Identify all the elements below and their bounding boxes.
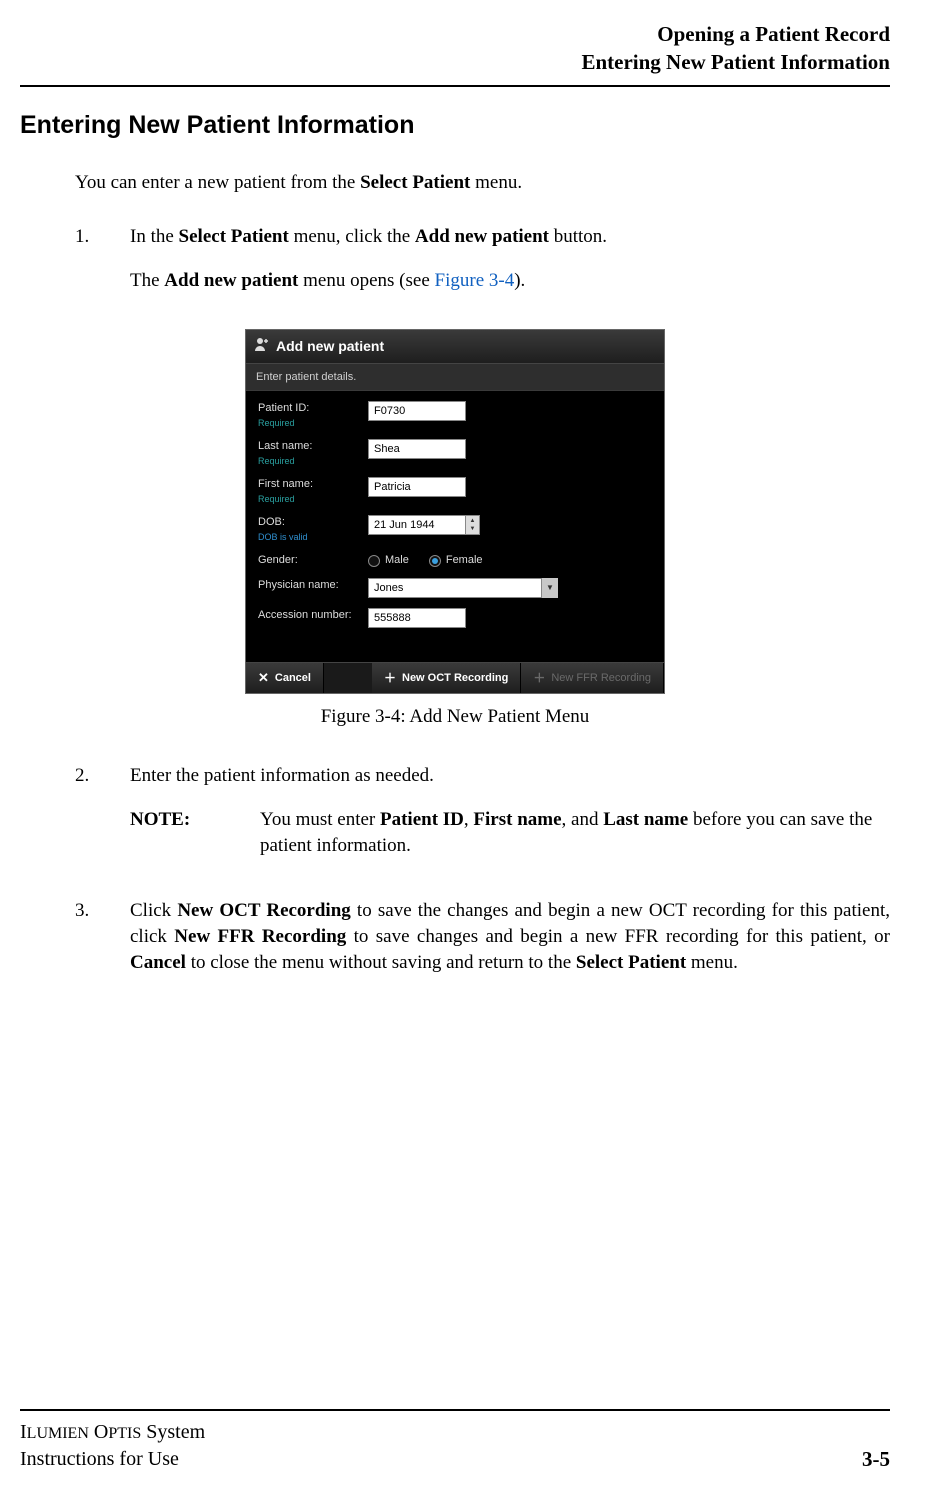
- section-title: Entering New Patient Information: [20, 109, 890, 143]
- chevron-down-icon[interactable]: ▼: [541, 578, 558, 598]
- figure-3-4: Add new patient Enter patient details. P…: [20, 329, 890, 729]
- footer-left: ILUMIEN OPTIS System Instructions for Us…: [20, 1419, 205, 1473]
- dialog-titlebar: Add new patient: [246, 330, 664, 363]
- gender-label: Gender:: [258, 553, 368, 568]
- step-3: 3. Click New OCT Recording to save the c…: [75, 898, 890, 993]
- patient-id-label: Patient ID: Required: [258, 401, 368, 429]
- plus-icon: ＋: [533, 670, 545, 686]
- step-3-text: Click New OCT Recording to save the chan…: [130, 898, 890, 975]
- step-1-number: 1.: [75, 224, 130, 311]
- footer-rule: [20, 1409, 890, 1411]
- step-2: 2. Enter the patient information as need…: [75, 763, 890, 880]
- dialog-subtitle: Enter patient details.: [246, 364, 664, 392]
- accession-label: Accession number:: [258, 608, 368, 623]
- step-2-number: 2.: [75, 763, 130, 880]
- step-1: 1. In the Select Patient menu, click the…: [75, 224, 890, 311]
- new-ffr-recording-button[interactable]: ＋ New FFR Recording: [521, 663, 664, 693]
- accession-input[interactable]: [368, 608, 466, 628]
- dialog-footer: ✕ Cancel ＋ New OCT Recording ＋ New FFR R…: [246, 662, 664, 693]
- page-header: Opening a Patient Record Entering New Pa…: [20, 20, 890, 77]
- first-name-label: First name: Required: [258, 477, 368, 505]
- dob-input[interactable]: [368, 515, 466, 535]
- step-3-number: 3.: [75, 898, 130, 993]
- note-body: You must enter Patient ID, First name, a…: [260, 807, 890, 858]
- header-line-1: Opening a Patient Record: [20, 20, 890, 48]
- physician-select[interactable]: [368, 578, 558, 598]
- dob-label: DOB: DOB is valid: [258, 515, 368, 543]
- header-rule: [20, 85, 890, 87]
- step-1-line-2: The Add new patient menu opens (see Figu…: [130, 268, 890, 294]
- add-person-icon: [254, 336, 270, 356]
- note-block: NOTE: You must enter Patient ID, First n…: [130, 807, 890, 858]
- figure-link[interactable]: Figure 3-4: [435, 270, 515, 291]
- step-1-line-1: In the Select Patient menu, click the Ad…: [130, 224, 890, 250]
- page-number: 3-5: [862, 1445, 890, 1473]
- new-oct-recording-button[interactable]: ＋ New OCT Recording: [372, 663, 521, 693]
- close-icon: ✕: [258, 669, 269, 687]
- figure-caption: Figure 3-4: Add New Patient Menu: [20, 704, 890, 730]
- last-name-input[interactable]: [368, 439, 466, 459]
- gender-female-radio[interactable]: Female: [429, 553, 483, 568]
- dialog-form: Patient ID: Required Last name: Required…: [246, 391, 664, 662]
- patient-id-input[interactable]: [368, 401, 466, 421]
- cancel-button[interactable]: ✕ Cancel: [246, 663, 324, 693]
- dialog-title: Add new patient: [276, 337, 384, 356]
- step-2-text: Enter the patient information as needed.: [130, 763, 890, 789]
- note-label: NOTE:: [130, 807, 260, 858]
- physician-label: Physician name:: [258, 578, 368, 593]
- plus-icon: ＋: [384, 670, 396, 686]
- first-name-input[interactable]: [368, 477, 466, 497]
- radio-icon: [368, 555, 380, 567]
- dob-spinner[interactable]: ▲▼: [466, 515, 480, 535]
- header-line-2: Entering New Patient Information: [20, 48, 890, 76]
- page-footer: ILUMIEN OPTIS System Instructions for Us…: [20, 1409, 890, 1473]
- add-new-patient-dialog: Add new patient Enter patient details. P…: [245, 329, 665, 693]
- radio-icon: [429, 555, 441, 567]
- gender-male-radio[interactable]: Male: [368, 553, 409, 568]
- last-name-label: Last name: Required: [258, 439, 368, 467]
- intro-paragraph: You can enter a new patient from the Sel…: [75, 170, 890, 196]
